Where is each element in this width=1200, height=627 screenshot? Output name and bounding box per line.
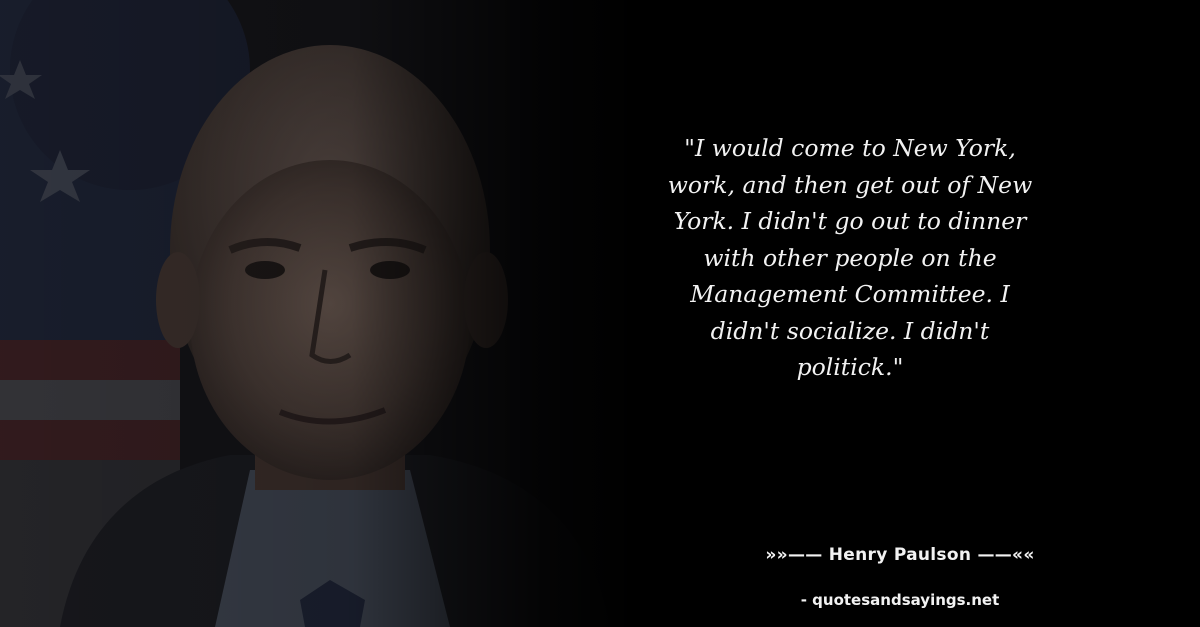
source-credit: - quotesandsayings.net: [800, 591, 1000, 609]
quote-author: »»—— Henry Paulson ——««: [765, 545, 1035, 565]
photo-gradient-overlay: [0, 0, 640, 627]
quote-text: "I would come to New York, work, and the…: [667, 134, 1033, 381]
quote-card: "I would come to New York, work, and the…: [0, 0, 1200, 627]
portrait-photo: [0, 0, 640, 627]
